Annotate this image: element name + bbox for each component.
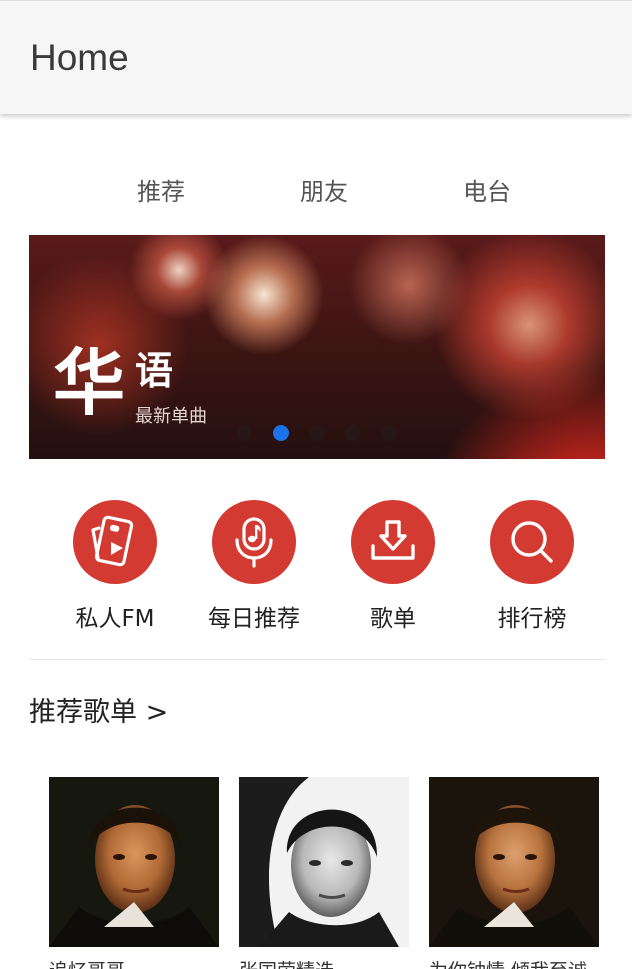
shortcut-private-fm[interactable]: 私人FM xyxy=(45,500,185,640)
shortcut-label: 每日推荐 xyxy=(208,606,300,632)
banner-carousel[interactable]: 华 语 最新单曲 xyxy=(29,235,605,459)
carousel-dot[interactable] xyxy=(236,425,252,441)
radio-card-icon xyxy=(73,500,157,584)
playlist-card[interactable]: 为你钟情 倾我至诚 xyxy=(429,777,599,969)
tab-recommend[interactable]: 推荐 xyxy=(101,170,221,214)
shortcut-label: 歌单 xyxy=(370,606,416,632)
carousel-indicator xyxy=(29,425,605,441)
playlist-cover-image xyxy=(429,777,599,947)
shortcut-label: 排行榜 xyxy=(497,606,567,632)
download-tray-icon xyxy=(351,500,435,584)
playlist-card[interactable]: 张国荣精选 xyxy=(239,777,409,969)
shortcut-daily[interactable]: 每日推荐 xyxy=(184,500,324,640)
playlist-title: 追忆哥哥 xyxy=(49,959,219,969)
banner-title-big: 华 xyxy=(53,341,126,425)
carousel-dot[interactable] xyxy=(309,425,325,441)
playlist-cover-image xyxy=(239,777,409,947)
divider xyxy=(29,659,605,660)
tab-bar: 推荐 朋友 电台 xyxy=(0,170,632,214)
playlist-title: 张国荣精选 xyxy=(239,959,409,969)
tab-radio[interactable]: 电台 xyxy=(427,170,547,214)
shortcut-playlist[interactable]: 歌单 xyxy=(323,500,463,640)
app-bar: Home xyxy=(0,0,632,114)
playlist-cover-image xyxy=(49,777,219,947)
banner-title-small: 语 xyxy=(135,349,174,393)
carousel-dot-active[interactable] xyxy=(273,425,289,441)
tab-friends[interactable]: 朋友 xyxy=(264,170,384,214)
microphone-note-icon xyxy=(212,500,296,584)
shortcut-label: 私人FM xyxy=(75,606,155,632)
section-title-recommended-playlists[interactable]: 推荐歌单 > xyxy=(29,696,168,730)
playlist-card[interactable]: 追忆哥哥 xyxy=(49,777,219,969)
carousel-dot[interactable] xyxy=(381,425,397,441)
shortcut-row: 私人FM 每日推荐 歌单 排行榜 xyxy=(0,500,632,640)
shortcut-charts[interactable]: 排行榜 xyxy=(462,500,602,640)
playlist-title: 为你钟情 倾我至诚 xyxy=(429,959,599,969)
search-icon xyxy=(490,500,574,584)
page-title: Home xyxy=(30,37,129,78)
carousel-dot[interactable] xyxy=(345,425,361,441)
